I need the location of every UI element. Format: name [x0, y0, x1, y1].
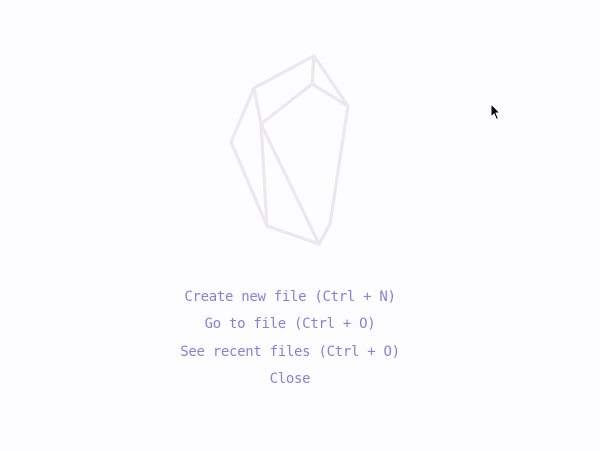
close-link[interactable]: Close: [270, 366, 311, 393]
empty-state-view: Create new file (Ctrl + N) Go to file (C…: [0, 0, 600, 451]
create-new-file-link[interactable]: Create new file (Ctrl + N): [184, 284, 396, 311]
go-to-file-link[interactable]: Go to file (Ctrl + O): [205, 311, 376, 338]
empty-state-actions: Create new file (Ctrl + N) Go to file (C…: [0, 284, 580, 393]
see-recent-files-link[interactable]: See recent files (Ctrl + O): [180, 339, 400, 366]
mouse-pointer-icon: [490, 103, 501, 120]
